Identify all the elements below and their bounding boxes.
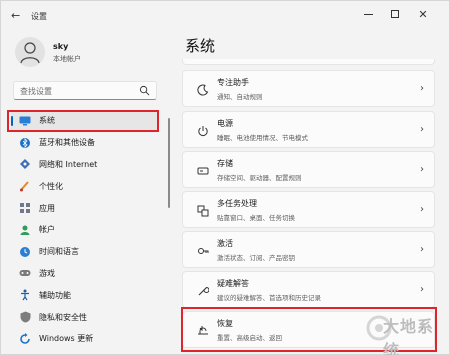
card-description: 通知、自动规则	[217, 93, 263, 101]
chevron-right-icon: ›	[420, 124, 424, 135]
card-title: 多任务处理	[217, 199, 257, 208]
sidebar-item-label: 时间和语言	[39, 247, 79, 257]
sidebar-item-label: 隐私和安全性	[39, 312, 87, 322]
monitor-icon	[19, 115, 31, 127]
card-activation[interactable]: 激活 激活状态、订阅、产品密钥 ›	[182, 231, 435, 268]
wifi-icon	[19, 158, 31, 170]
card-title: 电源	[217, 119, 233, 128]
bluetooth-icon	[19, 137, 31, 149]
card-power[interactable]: 电源 睡眠、电池使用情况、节电模式 ›	[182, 111, 435, 148]
card-title: 疑难解答	[217, 279, 249, 288]
close-button[interactable]: ✕	[411, 5, 435, 23]
chevron-right-icon: ›	[420, 83, 424, 94]
sidebar-item-label: 个性化	[39, 181, 63, 191]
brush-icon	[19, 180, 31, 192]
sidebar-item-personalization[interactable]: 个性化	[11, 175, 159, 197]
accessibility-icon	[19, 289, 31, 301]
sidebar-item-label: Windows 更新	[39, 334, 94, 344]
storage-icon	[196, 164, 209, 177]
apps-icon	[19, 202, 31, 214]
sidebar-item-windows-update[interactable]: Windows 更新	[11, 328, 159, 350]
sidebar-item-gaming[interactable]: 游戏	[11, 263, 159, 285]
moon-icon	[196, 83, 209, 96]
power-icon	[196, 124, 209, 137]
sidebar-item-accessibility[interactable]: 辅助功能	[11, 284, 159, 306]
user-avatar-icon	[20, 42, 40, 64]
back-arrow-icon[interactable]: ←	[11, 10, 23, 22]
card-title: 存储	[217, 159, 233, 168]
sidebar-item-label: 应用	[39, 203, 55, 213]
globe-clock-icon	[19, 246, 31, 258]
page-title: 系统	[185, 37, 216, 55]
chevron-right-icon: ›	[420, 284, 424, 295]
card-partial	[182, 59, 435, 65]
minimize-icon	[363, 13, 373, 15]
wrench-icon	[196, 284, 209, 297]
sidebar-item-system[interactable]: 系统	[11, 110, 159, 132]
title-bar: ← 设置 ✕	[1, 1, 450, 31]
search-input[interactable]: 查找设置	[13, 81, 157, 100]
sidebar-item-time-language[interactable]: 时间和语言	[11, 241, 159, 263]
sidebar-item-label: 帐户	[39, 225, 55, 235]
user-name: sky	[53, 42, 69, 51]
card-title: 激活	[217, 239, 233, 248]
search-icon[interactable]	[139, 85, 150, 96]
sidebar-item-label: 蓝牙和其他设备	[39, 138, 95, 148]
sidebar-nav: 系统 蓝牙和其他设备 网络和 Internet 个性化 应用 帐户 时间和语言 …	[11, 110, 159, 350]
avatar[interactable]	[15, 37, 45, 67]
card-multitasking[interactable]: 多任务处理 贴靠窗口、桌面、任务切换 ›	[182, 191, 435, 228]
search-placeholder: 查找设置	[20, 87, 52, 96]
user-account-type: 本地帐户	[53, 55, 81, 63]
sidebar-item-label: 网络和 Internet	[39, 159, 98, 169]
card-storage[interactable]: 存储 存储空间、驱动器、配置规则 ›	[182, 151, 435, 188]
card-description: 建议的疑难解答、首选项和历史记录	[217, 294, 321, 302]
card-description: 睡眠、电池使用情况、节电模式	[217, 134, 308, 142]
card-description: 贴靠窗口、桌面、任务切换	[217, 214, 295, 222]
sidebar-item-accounts[interactable]: 帐户	[11, 219, 159, 241]
sidebar-item-network[interactable]: 网络和 Internet	[11, 154, 159, 176]
minimize-button[interactable]	[356, 5, 380, 23]
chevron-right-icon: ›	[420, 164, 424, 175]
watermark-text: 大地系统	[383, 317, 435, 355]
key-icon	[196, 244, 209, 257]
recovery-icon	[196, 324, 209, 337]
sidebar-scrollbar[interactable]	[168, 118, 170, 208]
chevron-right-icon: ›	[420, 204, 424, 215]
settings-window: ← 设置 ✕ sky 本地帐户 查找设置 系统 蓝牙和其他设备 网络和 Inte…	[0, 0, 450, 355]
maximize-icon	[391, 10, 399, 18]
card-title: 恢复	[217, 319, 233, 328]
sidebar-item-apps[interactable]: 应用	[11, 197, 159, 219]
app-title: 设置	[31, 12, 47, 21]
multitask-icon	[196, 204, 209, 217]
person-icon	[19, 224, 31, 236]
maximize-button[interactable]	[383, 5, 407, 23]
sidebar-item-label: 辅助功能	[39, 290, 71, 300]
card-description: 激活状态、订阅、产品密钥	[217, 254, 295, 262]
shield-icon	[19, 311, 31, 323]
chevron-right-icon: ›	[420, 244, 424, 255]
sidebar-item-label: 系统	[39, 116, 55, 126]
card-focus-assist[interactable]: 专注助手 通知、自动规则 ›	[182, 70, 435, 107]
sidebar-item-privacy[interactable]: 隐私和安全性	[11, 306, 159, 328]
windows-update-icon	[19, 332, 31, 345]
card-title: 专注助手	[217, 78, 249, 87]
gamepad-icon	[19, 267, 31, 279]
sidebar-item-bluetooth[interactable]: 蓝牙和其他设备	[11, 132, 159, 154]
card-description: 重置、高级启动、返回	[217, 334, 282, 342]
card-description: 存储空间、驱动器、配置规则	[217, 174, 302, 182]
close-icon: ✕	[418, 7, 428, 21]
sidebar-item-label: 游戏	[39, 268, 55, 278]
